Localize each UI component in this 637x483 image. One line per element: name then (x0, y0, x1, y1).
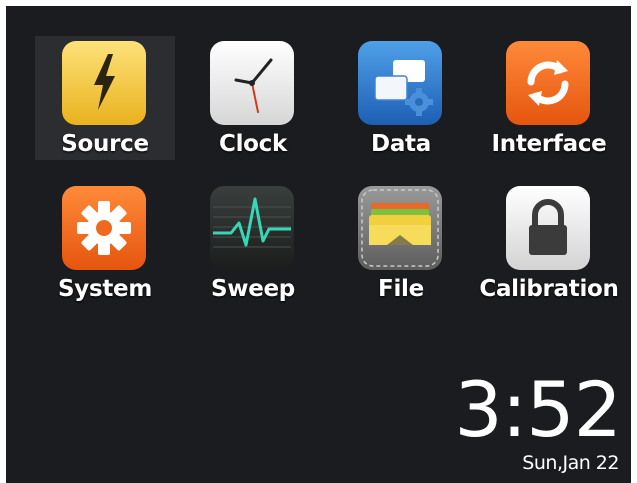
app-tile-clock[interactable]: Clock (183, 36, 323, 160)
app-tile-source[interactable]: Source (35, 36, 175, 160)
clock-time: 3:52 (454, 365, 622, 454)
app-tile-data[interactable]: Data (331, 36, 471, 160)
clock-icon (209, 40, 295, 126)
app-tile-system[interactable]: System (35, 181, 175, 305)
lightning-icon (61, 40, 147, 126)
app-label-calibration: Calibration (479, 276, 619, 302)
home-screen: Source Clock Data Interface System Sweep… (6, 6, 631, 483)
folder-icon (357, 185, 443, 271)
refresh-arrows-icon (505, 40, 591, 126)
app-tile-interface[interactable]: Interface (479, 36, 619, 160)
waveform-icon (209, 185, 295, 271)
data-windows-gear-icon (357, 40, 443, 126)
clock-date: Sun,Jan 22 (522, 452, 619, 474)
app-tile-file[interactable]: File (331, 181, 471, 305)
app-tile-sweep[interactable]: Sweep (183, 181, 323, 305)
app-label-interface: Interface (491, 131, 607, 157)
lock-icon (505, 185, 591, 271)
app-tile-calibration[interactable]: Calibration (479, 181, 619, 305)
gear-icon (61, 185, 147, 271)
